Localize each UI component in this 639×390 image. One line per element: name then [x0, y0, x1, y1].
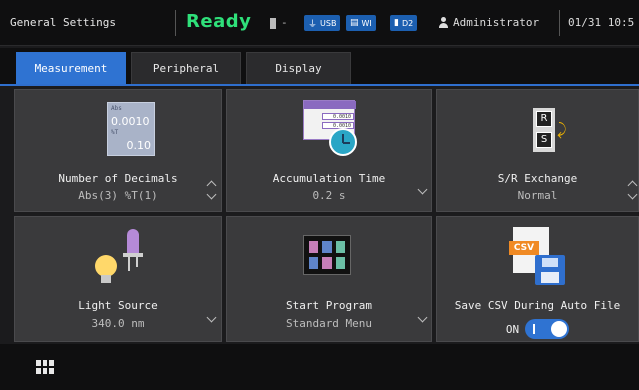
datetime: 01/31 10:5: [568, 16, 635, 29]
grid-cell: [335, 257, 345, 269]
d2-label: D2: [401, 18, 414, 28]
tile-label: Start Program: [285, 299, 373, 312]
dot: [36, 368, 41, 374]
led-icon: [127, 229, 139, 253]
lightbulb-icon: [95, 255, 117, 277]
dot: [42, 368, 48, 374]
user-indicator[interactable]: Administrator: [438, 16, 539, 29]
tile-value: Abs(3) %T(1): [78, 189, 158, 202]
icon-text: S: [536, 132, 552, 148]
led-leg: [136, 257, 138, 267]
tile-number-of-decimals[interactable]: Abs 0.0010 %T 0.10 Number of Decimals Ab…: [14, 89, 222, 212]
grid-cell: [322, 241, 332, 253]
dot: [42, 360, 48, 366]
divider: [559, 10, 560, 36]
tile-save-csv[interactable]: CSV Save CSV During Auto File ON: [436, 216, 639, 342]
tile-label: S/R Exchange: [497, 172, 578, 185]
tile-label: Light Source: [78, 299, 158, 312]
icon-text: %T: [111, 129, 119, 136]
user-icon: [438, 17, 449, 28]
tile-accumulation-time[interactable]: 0.0010 0.0010 Accumulation Time 0.2 s: [226, 89, 432, 212]
icon-text: 0.0010: [111, 115, 150, 128]
d2-icon: ▮: [394, 18, 399, 28]
decimals-icon: Abs 0.0010 %T 0.10: [107, 102, 155, 156]
dot: [49, 368, 54, 374]
tile-value: Standard Menu: [285, 317, 373, 330]
tile-start-program[interactable]: Start Program Standard Menu: [226, 216, 432, 342]
dot: [36, 360, 41, 366]
led-leg: [128, 257, 130, 271]
tile-value: 340.0 nm: [91, 317, 145, 330]
csv-tag: CSV: [509, 241, 539, 255]
icon-text: Abs: [111, 105, 122, 112]
d2-badge: ▮ D2: [390, 15, 418, 31]
divider: [175, 10, 176, 36]
screen: General Settings Ready - ⏚ USB ▤ WI ▮ D2…: [0, 0, 639, 390]
grid-cell: [309, 241, 319, 253]
grid-cell: [309, 257, 319, 269]
grid-cell: [335, 241, 345, 253]
clock-icon: [329, 128, 357, 156]
tab-bar: Measurement Peripheral Display: [0, 48, 639, 86]
tab-peripheral[interactable]: Peripheral: [131, 52, 241, 84]
csv-toggle-row: ON: [437, 319, 638, 339]
icon-text: 0.10: [126, 139, 152, 152]
usb-badge: ⏚ USB: [304, 15, 341, 31]
wi-icon: ▤: [350, 18, 359, 28]
usb-icon: ⏚: [308, 19, 318, 30]
battery-text: -: [281, 16, 288, 29]
start-program-icon: [303, 235, 351, 275]
wi-label: WI: [361, 18, 372, 28]
accumulation-time-icon: 0.0010 0.0010: [303, 100, 363, 160]
icon-text: R: [536, 111, 552, 127]
status-ready: Ready: [186, 11, 252, 32]
tile-label: Save CSV During Auto File: [454, 299, 621, 312]
settings-grid: Abs 0.0010 %T 0.10 Number of Decimals Ab…: [14, 89, 639, 343]
status-bar: General Settings Ready - ⏚ USB ▤ WI ▮ D2…: [0, 0, 639, 46]
save-disk-icon: [535, 255, 565, 285]
bottom-bar: [0, 344, 639, 390]
tile-value: 0.2 s: [312, 189, 346, 202]
page-title: General Settings: [10, 16, 116, 29]
tile-sr-exchange[interactable]: R S ⤸ S/R Exchange Normal: [436, 89, 639, 212]
tile-label: Accumulation Time: [272, 172, 386, 185]
grid-cell: [322, 257, 332, 269]
csv-toggle-switch[interactable]: [525, 319, 570, 339]
icon-text: 0.0010: [322, 113, 354, 120]
usb-label: USB: [320, 18, 337, 28]
tab-measurement[interactable]: Measurement: [16, 52, 126, 84]
tile-label: Number of Decimals: [58, 172, 178, 185]
tile-value: Normal: [517, 189, 558, 202]
battery-icon: [270, 18, 276, 29]
toggle-knob: [551, 321, 568, 337]
led-legs: [123, 253, 143, 257]
tile-light-source[interactable]: Light Source 340.0 nm: [14, 216, 222, 342]
tab-display[interactable]: Display: [246, 52, 351, 84]
lightbulb-base: [101, 275, 111, 283]
sheet-header: [304, 101, 356, 109]
sr-exchange-icon: R S: [533, 108, 555, 152]
user-name: Administrator: [453, 16, 540, 29]
toggle-label: ON: [505, 322, 520, 336]
wi-badge: ▤ WI: [346, 15, 376, 31]
apps-grid-icon[interactable]: [36, 360, 54, 374]
swap-arrow-icon: ⤸: [557, 120, 567, 139]
dot: [49, 360, 54, 366]
